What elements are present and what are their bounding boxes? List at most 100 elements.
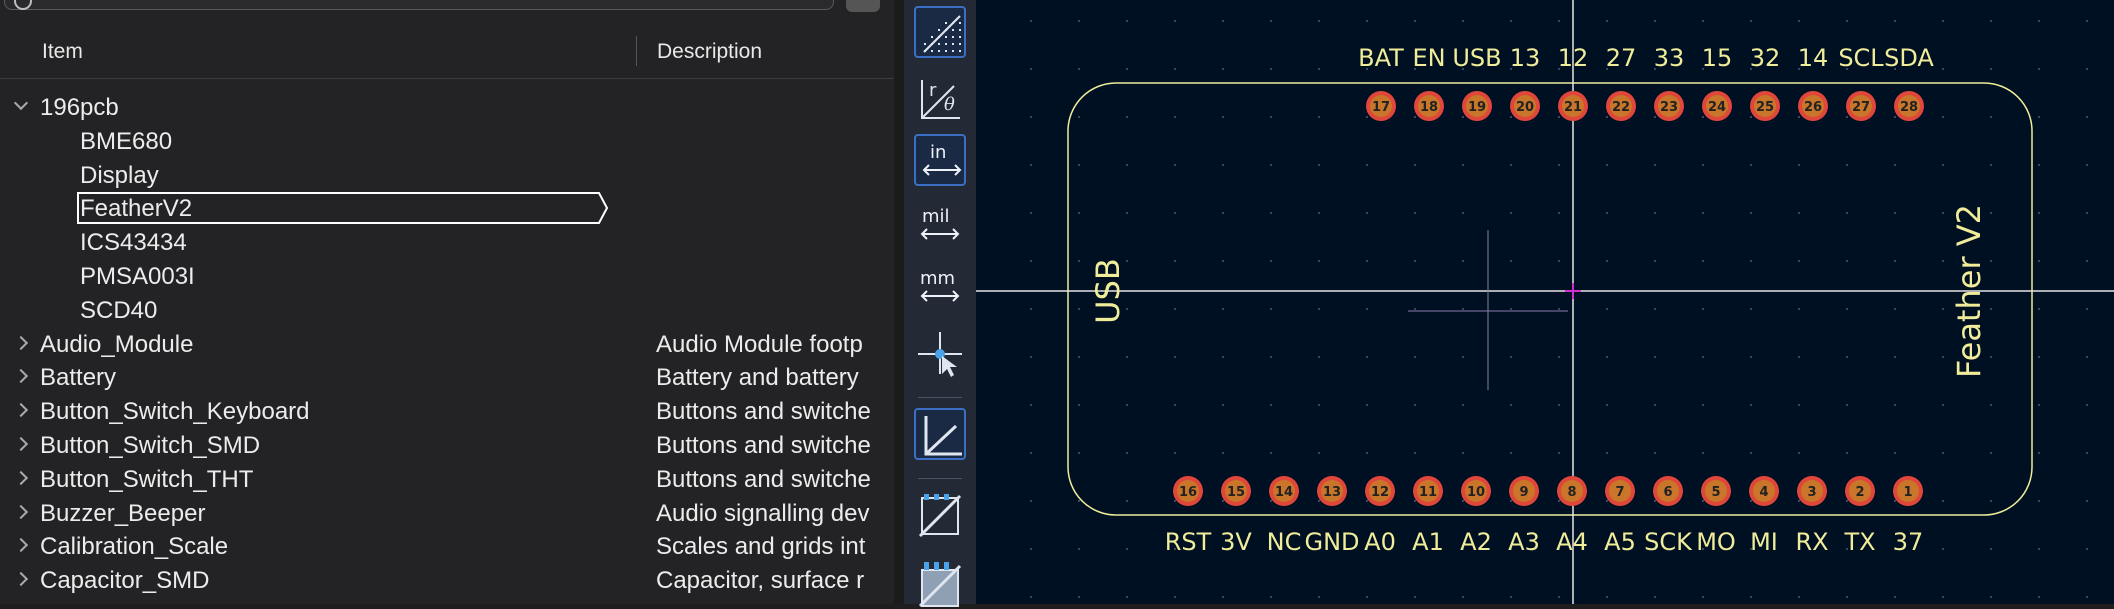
pad[interactable]: 1 [1893,476,1923,506]
search-input[interactable] [4,0,834,10]
pad[interactable]: 9 [1509,476,1539,506]
pad[interactable]: 24 [1702,91,1732,121]
pad[interactable]: 4 [1749,476,1779,506]
chevron-right-icon[interactable] [13,436,29,452]
pad[interactable]: 18 [1414,91,1444,121]
library-row[interactable]: Capacitor_SMD Capacitor, surface r [0,563,894,597]
pad[interactable]: 19 [1462,91,1492,121]
pad[interactable]: 22 [1606,91,1636,121]
grid-dot [1078,356,1080,358]
column-description[interactable]: Description [657,40,762,64]
pad[interactable]: 8 [1557,476,1587,506]
pad[interactable]: 7 [1605,476,1635,506]
pad[interactable]: 23 [1654,91,1684,121]
footprint-row[interactable]: PMSA003I [0,259,894,293]
grid-dot [1270,212,1272,214]
pad[interactable]: 14 [1269,476,1299,506]
column-divider[interactable] [636,36,637,66]
pad[interactable]: 3 [1797,476,1827,506]
footprint-row[interactable]: BME680 [0,124,894,158]
grid-dot [1222,500,1224,502]
chevron-right-icon[interactable] [13,538,29,553]
grid-dot [1558,596,1560,598]
grid-dot [1414,500,1416,502]
grid-dot [1318,68,1320,70]
pad-number: 20 [1516,100,1534,115]
via-display-button[interactable] [914,556,966,608]
chevron-right-icon[interactable] [13,504,29,519]
units-mm-button[interactable]: mm [914,262,966,314]
library-row[interactable]: Button_Switch_Keyboard Buttons and switch… [0,394,894,428]
grid-dot [1894,20,1896,22]
library-row[interactable]: Button_Switch_THT Buttons and switche [0,462,894,496]
footprint-row[interactable]: SCD40 [0,293,894,327]
pad[interactable]: 12 [1365,476,1395,506]
library-row[interactable]: Battery Battery and battery [0,360,894,394]
chevron-right-icon[interactable] [13,470,29,485]
units-mils-button[interactable]: mil [914,200,966,252]
pad-display-button[interactable] [914,490,966,542]
footprint-view[interactable]: 17BAT18EN19USB20132112222723332415253226… [976,0,2114,604]
cursor-style-button[interactable] [914,328,966,380]
pad[interactable]: 15 [1221,476,1251,506]
units-inches-button[interactable]: in [914,134,966,186]
pad[interactable]: 11 [1413,476,1443,506]
grid-dot [1510,308,1512,310]
local-origin-button[interactable] [914,408,966,460]
pad[interactable]: 27 [1846,91,1876,121]
grid-dot [1318,356,1320,358]
grid-dot [1510,452,1512,454]
pad-number: 18 [1420,100,1438,115]
grid-dot [1942,356,1944,358]
pad[interactable]: 20 [1510,91,1540,121]
grid-dot [2086,548,2088,550]
panel-menu-button[interactable] [846,0,880,12]
grid-dot [1126,164,1128,166]
grid-dot [1366,596,1368,598]
pad[interactable]: 17 [1366,91,1396,121]
grid-toggle-button[interactable] [914,6,966,58]
pad[interactable]: 21 [1558,91,1588,121]
chevron-right-icon[interactable] [13,403,29,418]
library-row[interactable]: 196pcb [0,90,894,124]
grid-dot [2086,500,2088,502]
library-row[interactable]: Calibration_Scale Scales and grids int [0,529,894,563]
toolbar-separator [918,478,962,479]
row-label: PMSA003I [80,263,195,290]
grid-dot [1798,260,1800,262]
pad[interactable]: 13 [1317,476,1347,506]
pad[interactable]: 10 [1461,476,1491,506]
grid-dot [1366,164,1368,166]
grid-dot [1270,68,1272,70]
pad[interactable]: 26 [1798,91,1828,121]
library-row[interactable]: Audio_Module Audio Module footp [0,327,894,361]
pin-label: RX [1795,528,1828,556]
grid-dot [1030,452,1032,454]
grid-dot [1558,404,1560,406]
pad[interactable]: 28 [1894,91,1924,121]
panel-splitter[interactable] [894,0,904,604]
pad[interactable]: 6 [1653,476,1683,506]
library-row[interactable]: Buzzer_Beeper Audio signalling dev [0,496,894,530]
chevron-right-icon[interactable] [13,335,29,350]
chevron-right-icon[interactable] [13,369,29,384]
pin-label: A3 [1508,528,1540,556]
grid-dot [1366,356,1368,358]
pad[interactable]: 25 [1750,91,1780,121]
grid-dot [1558,212,1560,214]
column-item[interactable]: Item [42,40,83,64]
footprint-row[interactable]: ICS43434 [0,225,894,259]
board-outline [1067,82,2033,516]
grid-dot [1462,404,1464,406]
chevron-right-icon[interactable] [13,572,29,587]
grid-dot [2038,596,2040,598]
library-row[interactable]: Button_Switch_SMD Buttons and switche [0,428,894,462]
footprint-row[interactable]: Display [0,158,894,192]
pad[interactable]: 16 [1173,476,1203,506]
chevron-down-icon[interactable] [13,95,29,111]
pad[interactable]: 5 [1701,476,1731,506]
footprint-canvas[interactable]: 17 BAT 18 EN 19 USB 20 13 21 12 22 27 23 33 24 15 25 32 26… [976,0,2114,604]
pad[interactable]: 2 [1845,476,1875,506]
grid-dot [1030,116,1032,118]
polar-coords-button[interactable]: rθ [914,74,966,126]
